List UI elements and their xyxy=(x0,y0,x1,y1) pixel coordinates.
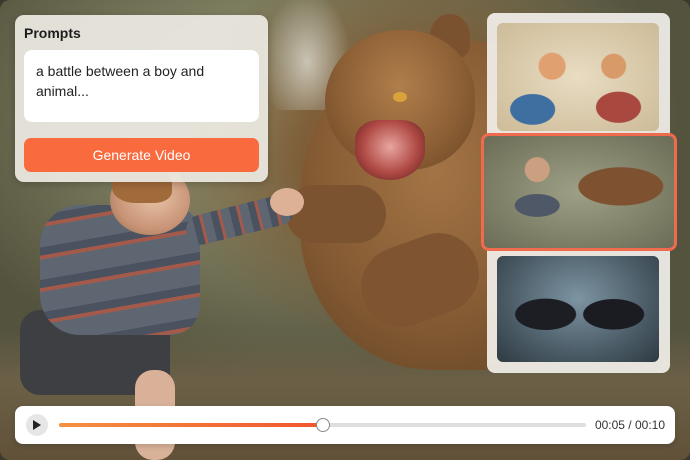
time-display: 00:05 / 00:10 xyxy=(594,418,665,432)
prompt-panel: Prompts a battle between a boy and anima… xyxy=(15,15,268,182)
prompt-input[interactable]: a battle between a boy and animal... xyxy=(24,50,259,122)
player-controls: 00:05 / 00:10 xyxy=(15,406,675,444)
progress-handle[interactable] xyxy=(315,418,330,432)
thumbnail-anime-fight[interactable] xyxy=(497,23,659,131)
generate-video-button[interactable]: Generate Video xyxy=(24,138,259,172)
progress-fill xyxy=(59,423,323,427)
thumbnail-boy-bear-selected[interactable] xyxy=(481,133,677,251)
video-preview: Prompts a battle between a boy and anima… xyxy=(0,0,690,460)
progress-track[interactable] xyxy=(59,418,586,432)
play-button[interactable] xyxy=(26,414,48,436)
scene-bear-mouth xyxy=(355,120,425,180)
thumbnail-monster-battle[interactable] xyxy=(497,256,659,362)
scene-bear-eye xyxy=(393,92,407,102)
thumbnail-strip xyxy=(481,13,677,373)
prompt-panel-title: Prompts xyxy=(24,25,81,41)
scene-boy-hand xyxy=(270,188,304,216)
play-icon xyxy=(33,420,41,430)
